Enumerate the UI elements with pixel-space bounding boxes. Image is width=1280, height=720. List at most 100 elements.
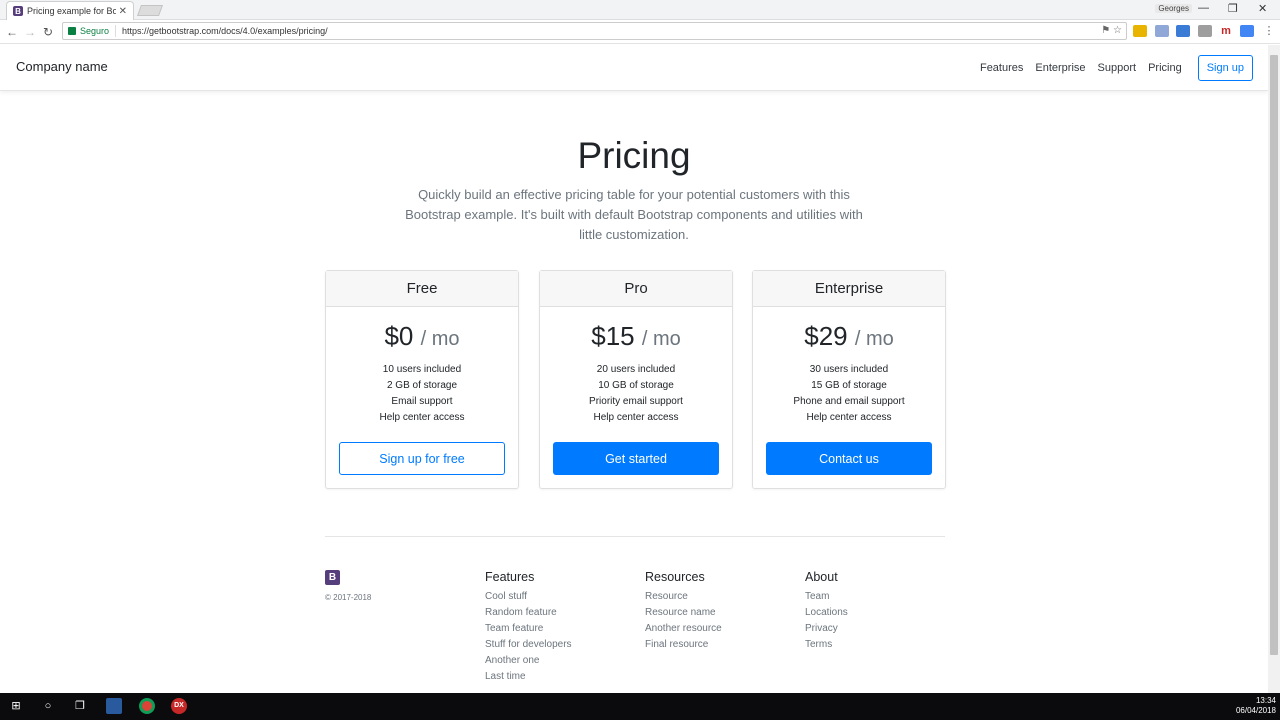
- price-amount: $15: [591, 321, 635, 351]
- list-item: Priority email support: [589, 396, 683, 407]
- clock-date: 06/04/2018: [1235, 706, 1276, 715]
- extension-icon[interactable]: [1155, 25, 1169, 37]
- plan-name: Enterprise: [753, 271, 945, 307]
- price-period: / mo: [854, 328, 894, 350]
- pricing-card-pro: Pro $15 / mo 20 users included 10 GB of …: [539, 270, 733, 489]
- list-item: 10 GB of storage: [598, 380, 674, 391]
- footer-heading: About: [805, 570, 838, 584]
- system-clock[interactable]: 13:34 06/04/2018: [1236, 696, 1276, 716]
- list-item: Email support: [391, 396, 453, 407]
- list-item: 30 users included: [809, 364, 889, 375]
- extension-m-icon[interactable]: m: [1219, 25, 1233, 37]
- nav-link-support[interactable]: Support: [1098, 62, 1137, 74]
- price-period: / mo: [641, 328, 681, 350]
- page-scrollbar[interactable]: [1268, 45, 1280, 693]
- footer-link[interactable]: Random feature: [485, 605, 572, 621]
- chrome-icon[interactable]: [139, 698, 155, 714]
- footer-heading: Features: [485, 570, 535, 584]
- extension-icon[interactable]: [1133, 25, 1147, 37]
- footer-link[interactable]: Terms: [805, 637, 848, 653]
- bootstrap-favicon-icon: B: [13, 6, 23, 16]
- list-item: 20 users included: [596, 364, 676, 375]
- footer-column-features: Features Cool stuff Random feature Team …: [485, 570, 572, 685]
- omnibox-separator: [115, 25, 117, 37]
- list-item: Help center access: [593, 412, 679, 423]
- site-navbar: Company name Features Enterprise Support…: [0, 45, 1268, 91]
- minimize-icon[interactable]: —: [1198, 2, 1209, 14]
- scrollbar-thumb[interactable]: [1270, 55, 1278, 655]
- nav-link-enterprise[interactable]: Enterprise: [1035, 62, 1085, 74]
- nav-link-pricing[interactable]: Pricing: [1148, 62, 1182, 74]
- footer-link[interactable]: Resource: [645, 589, 722, 605]
- footer-link[interactable]: Cool stuff: [485, 589, 572, 605]
- restore-icon[interactable]: ❐: [1228, 2, 1238, 15]
- footer-link[interactable]: Team feature: [485, 621, 572, 637]
- footer-link[interactable]: Team: [805, 589, 848, 605]
- task-view-icon[interactable]: ❐: [72, 698, 88, 714]
- plan-name: Free: [326, 271, 518, 307]
- new-tab-button[interactable]: [136, 5, 164, 16]
- page-title: Pricing: [577, 135, 691, 176]
- secure-label: Seguro: [80, 26, 110, 36]
- signup-button[interactable]: Sign up: [1197, 55, 1253, 81]
- footer-column-about: About Team Locations Privacy Terms: [805, 570, 848, 653]
- footer-link[interactable]: Last time: [485, 669, 572, 685]
- page-viewport: Company name Features Enterprise Support…: [0, 45, 1268, 693]
- feature-list: 30 users included 15 GB of storage Phone…: [753, 362, 945, 426]
- feature-list: 20 users included 10 GB of storage Prior…: [540, 362, 732, 426]
- bookmark-star-icon[interactable]: ⚑ ☆: [1101, 25, 1122, 36]
- footer-link[interactable]: Final resource: [645, 637, 722, 653]
- list-item: 10 users included: [382, 364, 462, 375]
- cortana-icon[interactable]: ○: [40, 698, 56, 714]
- list-item: Phone and email support: [793, 396, 905, 407]
- footer-link[interactable]: Another resource: [645, 621, 722, 637]
- footer-link[interactable]: Stuff for developers: [485, 637, 572, 653]
- url-text[interactable]: https://getbootstrap.com/docs/4.0/exampl…: [122, 26, 328, 36]
- menu-icon[interactable]: ⋮: [1262, 25, 1276, 37]
- back-icon[interactable]: ←: [3, 25, 21, 39]
- feature-list: 10 users included 2 GB of storage Email …: [326, 362, 518, 426]
- list-item: Help center access: [379, 412, 465, 423]
- browser-tab-strip: B Pricing example for Boot ✕ Georges — ❐…: [0, 0, 1280, 20]
- lead-text: Quickly build an effective pricing table…: [405, 187, 863, 242]
- app-dx-icon[interactable]: DX: [171, 698, 187, 714]
- signup-free-button[interactable]: Sign up for free: [339, 442, 505, 475]
- footer-link[interactable]: Another one: [485, 653, 572, 669]
- tab-close-icon[interactable]: ✕: [119, 6, 127, 17]
- pricing-header: Pricing Quickly build an effective prici…: [0, 135, 1268, 245]
- forward-icon[interactable]: →: [21, 25, 39, 39]
- price-period: / mo: [420, 328, 460, 350]
- windows-taskbar: ⊞ ○ ❐ DX 13:34 06/04/2018: [0, 693, 1280, 720]
- price-amount: $29: [804, 321, 848, 351]
- lock-icon: [68, 27, 76, 35]
- footer-column-resources: Resources Resource Resource name Another…: [645, 570, 722, 653]
- nav-link-features[interactable]: Features: [980, 62, 1023, 74]
- close-window-icon[interactable]: ✕: [1258, 2, 1267, 15]
- bootstrap-logo-icon: B: [325, 570, 340, 585]
- browser-tab[interactable]: B Pricing example for Boot ✕: [6, 1, 134, 20]
- list-item: 2 GB of storage: [386, 380, 458, 391]
- translate-icon[interactable]: [1240, 25, 1254, 37]
- plan-price: $0 / mo: [326, 321, 518, 352]
- footer-link[interactable]: Privacy: [805, 621, 848, 637]
- footer-link[interactable]: Resource name: [645, 605, 722, 621]
- extension-icon[interactable]: [1198, 25, 1212, 37]
- footer-link[interactable]: Locations: [805, 605, 848, 621]
- reload-icon[interactable]: ↻: [39, 25, 57, 39]
- pricing-card-free: Free $0 / mo 10 users included 2 GB of s…: [325, 270, 519, 489]
- list-item: Help center access: [806, 412, 892, 423]
- contact-us-button[interactable]: Contact us: [766, 442, 932, 475]
- extension-icon[interactable]: [1176, 25, 1190, 37]
- footer-heading: Resources: [645, 570, 705, 584]
- app-globe-icon[interactable]: [106, 698, 122, 714]
- profile-badge[interactable]: Georges: [1155, 4, 1192, 13]
- pricing-card-enterprise: Enterprise $29 / mo 30 users included 15…: [752, 270, 946, 489]
- tab-title: Pricing example for Boot: [27, 6, 116, 16]
- clock-time: 13:34: [1255, 696, 1276, 705]
- browser-toolbar: ← → ↻ Seguro https://getbootstrap.com/do…: [0, 20, 1280, 44]
- brand-name[interactable]: Company name: [16, 59, 108, 74]
- windows-start-icon[interactable]: ⊞: [8, 698, 24, 714]
- get-started-button[interactable]: Get started: [553, 442, 719, 475]
- plan-price: $15 / mo: [540, 321, 732, 352]
- address-bar[interactable]: Seguro https://getbootstrap.com/docs/4.0…: [62, 22, 1127, 40]
